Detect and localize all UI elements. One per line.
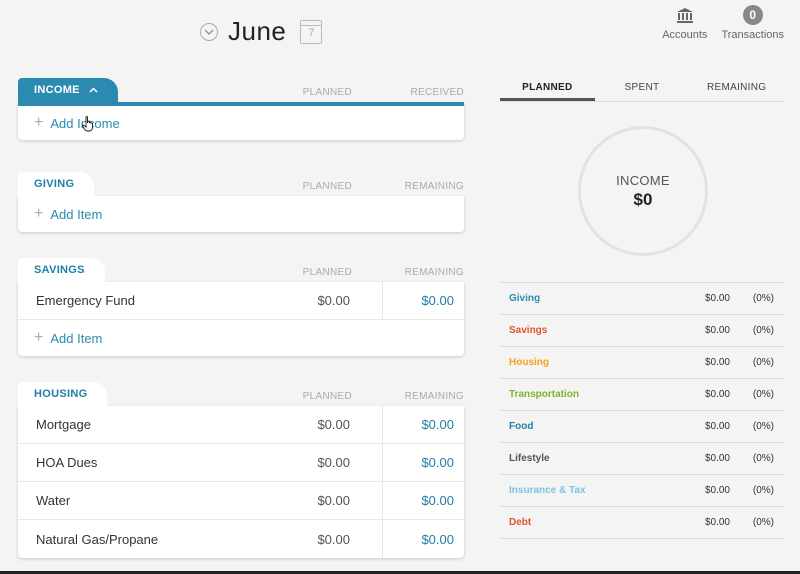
- budget-row[interactable]: Natural Gas/Propane $0.00 $0.00: [18, 520, 464, 558]
- tab-planned[interactable]: PLANNED: [500, 80, 595, 101]
- category-name: Debt: [509, 517, 532, 528]
- housing-tab[interactable]: HOUSING: [18, 382, 108, 406]
- category-name: Savings: [509, 325, 548, 336]
- calendar-day: 7: [308, 26, 315, 39]
- item-planned[interactable]: $0.00: [268, 293, 382, 308]
- add-item-label: Add Item: [50, 330, 103, 346]
- item-remaining: $0.00: [382, 282, 464, 319]
- donut-label: INCOME: [616, 172, 670, 188]
- category-percent: (0%): [752, 389, 774, 400]
- category-percent: (0%): [752, 325, 774, 336]
- giving-col-remaining: REMAINING: [404, 181, 464, 192]
- category-amount: $0.00: [704, 517, 730, 528]
- category-name: Transportation: [509, 389, 580, 400]
- category-amount: $0.00: [704, 485, 730, 496]
- transactions-count-badge: 0: [742, 5, 763, 25]
- category-row[interactable]: Debt $0.00 (0%): [500, 507, 784, 539]
- item-name[interactable]: Mortgage: [18, 417, 268, 432]
- bank-icon: [676, 4, 694, 26]
- plus-icon: +: [34, 329, 44, 346]
- category-percent: (0%): [752, 357, 774, 368]
- add-savings-item-button[interactable]: + Add Item: [18, 320, 464, 356]
- item-name[interactable]: Water: [18, 493, 268, 508]
- budget-row[interactable]: Emergency Fund $0.00 $0.00: [18, 282, 464, 320]
- category-amount: $0.00: [704, 357, 730, 368]
- donut-value: $0: [633, 189, 653, 209]
- category-amount: $0.00: [704, 389, 730, 400]
- savings-section: SAVINGS PLANNED REMAINING Emergency Fund…: [18, 258, 464, 356]
- category-percent: (0%): [752, 485, 774, 496]
- month-title: June: [228, 16, 287, 46]
- tab-remaining[interactable]: REMAINING: [689, 80, 784, 101]
- accounts-label: Accounts: [662, 29, 708, 41]
- chevron-down-icon[interactable]: [200, 22, 218, 41]
- hand-cursor-icon: [82, 116, 93, 132]
- income-col-planned: PLANNED: [302, 87, 352, 98]
- housing-section: HOUSING PLANNED REMAINING Mortgage $0.00…: [18, 382, 464, 558]
- category-amount: $0.00: [704, 293, 730, 304]
- transactions-label: Transactions: [721, 29, 784, 41]
- calendar-icon[interactable]: 7: [300, 19, 323, 44]
- accounts-button[interactable]: Accounts: [662, 4, 707, 41]
- savings-col-remaining: REMAINING: [404, 267, 464, 278]
- savings-col-planned: PLANNED: [302, 267, 352, 278]
- category-name: Insurance & Tax: [509, 485, 586, 496]
- category-summary-list: Giving $0.00 (0%) Savings $0.00 (0%) Housing $0…: [500, 282, 784, 539]
- item-planned[interactable]: $0.00: [268, 532, 382, 547]
- item-remaining: $0.00: [382, 482, 464, 519]
- plus-icon: +: [34, 205, 44, 222]
- category-name: Giving: [509, 293, 541, 304]
- category-percent: (0%): [752, 421, 774, 432]
- month-selector: June 7: [200, 16, 323, 47]
- income-col-received: RECEIVED: [410, 87, 464, 98]
- summary-tabs: PLANNED SPENT REMAINING: [500, 80, 784, 102]
- income-donut-chart: INCOME $0: [578, 126, 708, 256]
- giving-tab[interactable]: GIVING: [18, 172, 95, 196]
- category-name: Housing: [509, 357, 549, 368]
- header: June 7 Accounts 0 Transactions: [0, 0, 800, 60]
- chevron-up-icon: [89, 87, 98, 93]
- category-row[interactable]: Food $0.00 (0%): [500, 411, 784, 443]
- category-percent: (0%): [752, 517, 774, 528]
- item-remaining: $0.00: [382, 444, 464, 481]
- category-row[interactable]: Savings $0.00 (0%): [500, 315, 784, 347]
- category-percent: (0%): [752, 453, 774, 464]
- giving-section: GIVING PLANNED REMAINING + Add Item: [18, 172, 464, 232]
- category-row[interactable]: Housing $0.00 (0%): [500, 347, 784, 379]
- add-item-label: Add Item: [50, 206, 103, 222]
- item-planned[interactable]: $0.00: [268, 455, 382, 470]
- category-name: Lifestyle: [509, 453, 550, 464]
- item-name[interactable]: Natural Gas/Propane: [18, 532, 268, 547]
- item-planned[interactable]: $0.00: [268, 493, 382, 508]
- item-remaining: $0.00: [382, 520, 464, 558]
- housing-col-remaining: REMAINING: [404, 391, 464, 402]
- budget-row[interactable]: Water $0.00 $0.00: [18, 482, 464, 520]
- budget-row[interactable]: HOA Dues $0.00 $0.00: [18, 444, 464, 482]
- savings-tab[interactable]: SAVINGS: [18, 258, 105, 282]
- item-name[interactable]: HOA Dues: [18, 455, 268, 470]
- category-name: Food: [509, 421, 534, 432]
- category-amount: $0.00: [704, 421, 730, 432]
- budget-row[interactable]: Mortgage $0.00 $0.00: [18, 406, 464, 444]
- category-row[interactable]: Insurance & Tax $0.00 (0%): [500, 475, 784, 507]
- giving-col-planned: PLANNED: [302, 181, 352, 192]
- transactions-button[interactable]: 0 Transactions: [721, 4, 784, 41]
- category-amount: $0.00: [704, 325, 730, 336]
- top-right-nav: Accounts 0 Transactions: [662, 4, 784, 41]
- income-tab[interactable]: INCOME: [18, 78, 119, 102]
- item-planned[interactable]: $0.00: [268, 417, 382, 432]
- plus-icon: +: [34, 114, 44, 131]
- tab-spent[interactable]: SPENT: [595, 80, 690, 101]
- item-name[interactable]: Emergency Fund: [18, 293, 268, 308]
- income-tab-label: INCOME: [34, 84, 80, 96]
- category-row[interactable]: Transportation $0.00 (0%): [500, 379, 784, 411]
- category-amount: $0.00: [704, 453, 730, 464]
- category-row[interactable]: Giving $0.00 (0%): [500, 283, 784, 315]
- item-remaining: $0.00: [382, 406, 464, 443]
- add-giving-item-button[interactable]: + Add Item: [18, 196, 464, 232]
- housing-col-planned: PLANNED: [302, 391, 352, 402]
- category-percent: (0%): [752, 293, 774, 304]
- category-row[interactable]: Lifestyle $0.00 (0%): [500, 443, 784, 475]
